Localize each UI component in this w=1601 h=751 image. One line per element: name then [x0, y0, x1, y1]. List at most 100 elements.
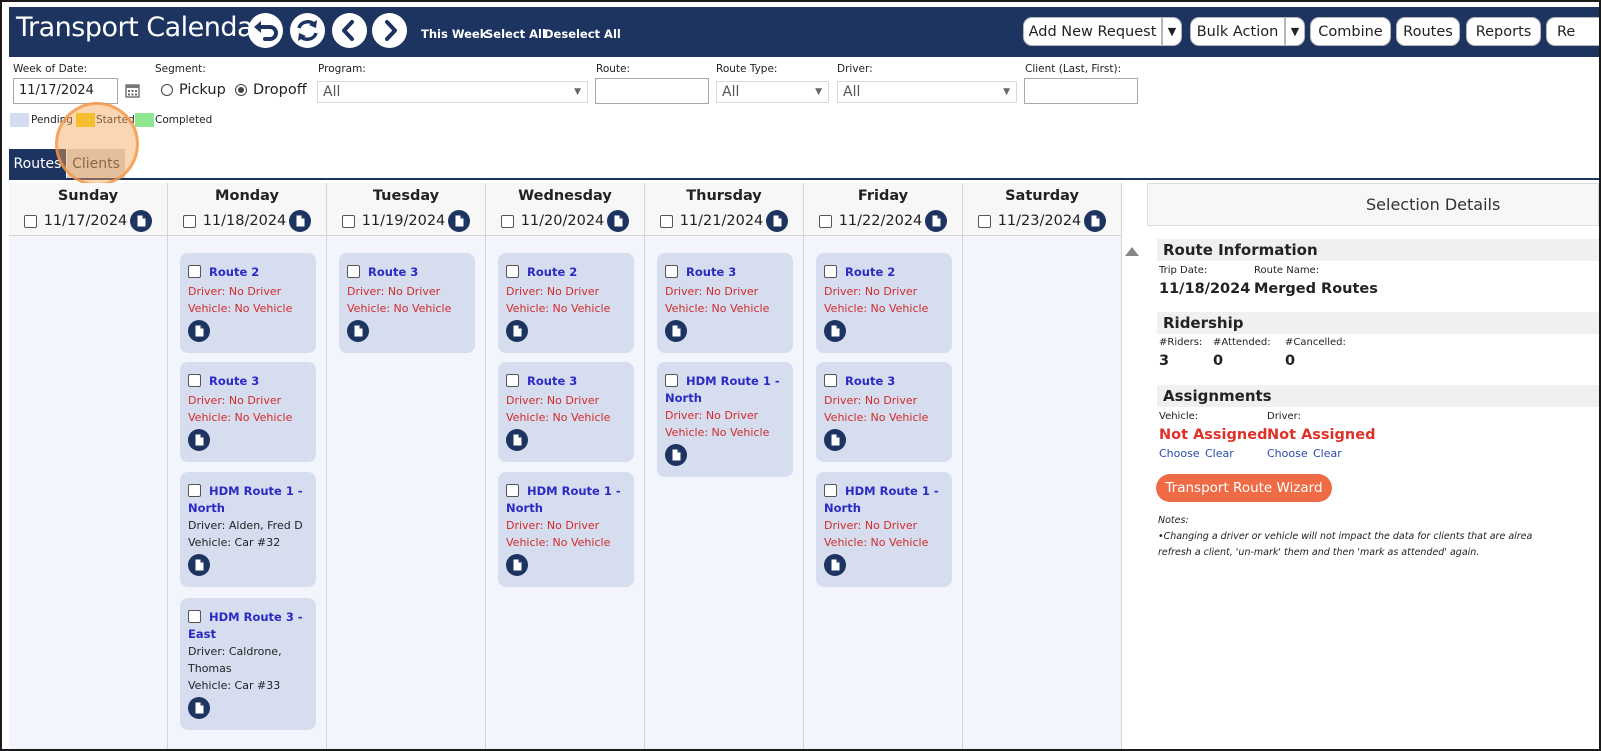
- select-all-link[interactable]: Select All: [485, 27, 546, 41]
- route-select-checkbox[interactable]: [665, 374, 678, 387]
- day-select-checkbox[interactable]: [182, 214, 196, 228]
- route-name[interactable]: Route 2: [209, 262, 259, 283]
- route-card[interactable]: HDM Route 1 - North Driver: Alden, Fred D V…: [180, 472, 316, 587]
- route-card[interactable]: Route 2 Driver: No Driver Vehicle: No Vehi…: [816, 253, 952, 353]
- route-select-checkbox[interactable]: [824, 484, 837, 497]
- previous-week-button[interactable]: [332, 13, 367, 48]
- vehicle-choose-link[interactable]: Choose: [1159, 447, 1200, 460]
- transport-route-wizard-button[interactable]: Transport Route Wizard: [1156, 474, 1332, 502]
- route-select-checkbox[interactable]: [188, 610, 201, 623]
- route-card[interactable]: Route 3 Driver: No Driver Vehicle: No Vehi…: [816, 362, 952, 462]
- overflow-button[interactable]: Re: [1546, 17, 1599, 46]
- route-select-checkbox[interactable]: [188, 374, 201, 387]
- document-icon[interactable]: [289, 210, 312, 232]
- route-select-checkbox[interactable]: [347, 265, 360, 278]
- route-select-checkbox[interactable]: [824, 265, 837, 278]
- tab-clients[interactable]: Clients: [67, 149, 125, 179]
- route-name[interactable]: HDM Route 1 -: [686, 371, 780, 392]
- day-select-checkbox[interactable]: [341, 214, 355, 228]
- this-week-link[interactable]: This Week: [421, 27, 487, 41]
- segment-dropoff-radio[interactable]: Dropoff: [235, 82, 307, 98]
- document-icon[interactable]: [506, 429, 528, 451]
- driver-choose-link[interactable]: Choose: [1267, 447, 1308, 460]
- day-select-checkbox[interactable]: [977, 214, 991, 228]
- route-select-checkbox[interactable]: [188, 484, 201, 497]
- route-card[interactable]: Route 3 Driver: No Driver Vehicle: No Vehi…: [657, 253, 793, 353]
- route-card[interactable]: Route 3 Driver: No Driver Vehicle: No Vehi…: [498, 362, 634, 462]
- document-icon[interactable]: [1084, 210, 1107, 232]
- route-select-checkbox[interactable]: [824, 374, 837, 387]
- document-icon[interactable]: [188, 429, 210, 451]
- route-vehicle: Vehicle: No Vehicle: [824, 302, 929, 315]
- document-icon[interactable]: [347, 320, 369, 342]
- client-input[interactable]: [1024, 78, 1138, 104]
- route-name[interactable]: Route 3: [686, 262, 736, 283]
- document-icon[interactable]: [130, 210, 153, 232]
- route-name[interactable]: HDM Route 1 -: [845, 481, 939, 502]
- add-new-request-dropdown[interactable]: ▼: [1162, 17, 1182, 46]
- route-card[interactable]: HDM Route 3 - East Driver: Caldrone, Thomas…: [180, 598, 316, 730]
- route-name[interactable]: Route 3: [209, 371, 259, 392]
- document-icon[interactable]: [925, 210, 948, 232]
- route-card[interactable]: HDM Route 1 - North Driver: No Driver Vehic…: [657, 362, 793, 477]
- document-icon[interactable]: [188, 554, 210, 576]
- scroll-up-icon[interactable]: [1125, 247, 1139, 256]
- document-icon[interactable]: [824, 554, 846, 576]
- document-icon[interactable]: [665, 444, 687, 466]
- route-card[interactable]: Route 2 Driver: No Driver Vehicle: No Vehi…: [180, 253, 316, 353]
- route-select-checkbox[interactable]: [506, 265, 519, 278]
- add-new-request-button[interactable]: Add New Request: [1023, 17, 1162, 46]
- document-icon[interactable]: [665, 320, 687, 342]
- day-select-checkbox[interactable]: [500, 214, 514, 228]
- route-name[interactable]: Route 2: [845, 262, 895, 283]
- driver-select[interactable]: All ▼: [837, 81, 1017, 103]
- route-name[interactable]: Route 3: [845, 371, 895, 392]
- document-icon[interactable]: [766, 210, 789, 232]
- combine-button[interactable]: Combine: [1310, 17, 1391, 46]
- calendar-icon[interactable]: [125, 83, 140, 98]
- route-type-select[interactable]: All ▼: [716, 81, 829, 103]
- route-select-checkbox[interactable]: [506, 374, 519, 387]
- routes-button[interactable]: Routes: [1396, 17, 1460, 46]
- route-name[interactable]: HDM Route 1 -: [527, 481, 621, 502]
- day-select-checkbox[interactable]: [818, 214, 832, 228]
- route-name[interactable]: Route 3: [527, 371, 577, 392]
- route-card[interactable]: Route 3 Driver: No Driver Vehicle: No Vehi…: [180, 362, 316, 462]
- route-input[interactable]: [595, 78, 709, 104]
- next-week-button[interactable]: [372, 13, 407, 48]
- route-name[interactable]: HDM Route 3 -: [209, 607, 303, 628]
- route-card[interactable]: Route 2 Driver: No Driver Vehicle: No Vehi…: [498, 253, 634, 353]
- reports-button[interactable]: Reports: [1466, 17, 1541, 46]
- segment-pickup-radio[interactable]: Pickup: [161, 82, 226, 98]
- day-select-checkbox[interactable]: [659, 214, 673, 228]
- bulk-action-button[interactable]: Bulk Action: [1190, 17, 1285, 46]
- document-icon[interactable]: [506, 554, 528, 576]
- deselect-all-link[interactable]: Deselect All: [544, 27, 621, 41]
- vehicle-clear-link[interactable]: Clear: [1205, 447, 1234, 460]
- document-icon[interactable]: [188, 697, 210, 719]
- route-select-checkbox[interactable]: [188, 265, 201, 278]
- document-icon[interactable]: [188, 320, 210, 342]
- route-select-checkbox[interactable]: [665, 265, 678, 278]
- driver-clear-link[interactable]: Clear: [1313, 447, 1342, 460]
- route-name[interactable]: Route 2: [527, 262, 577, 283]
- route-card[interactable]: HDM Route 1 - North Driver: No Driver Vehic…: [816, 472, 952, 587]
- refresh-button[interactable]: [290, 13, 325, 48]
- document-icon[interactable]: [607, 210, 630, 232]
- document-icon[interactable]: [824, 320, 846, 342]
- undo-button[interactable]: [248, 13, 283, 48]
- route-select-checkbox[interactable]: [506, 484, 519, 497]
- document-icon[interactable]: [506, 320, 528, 342]
- document-icon[interactable]: [824, 429, 846, 451]
- route-card[interactable]: HDM Route 1 - North Driver: No Driver Vehic…: [498, 472, 634, 587]
- bulk-action-dropdown[interactable]: ▼: [1285, 17, 1305, 46]
- route-card[interactable]: Route 3 Driver: No Driver Vehicle: No Vehi…: [339, 253, 475, 353]
- day-select-checkbox[interactable]: [23, 214, 37, 228]
- route-name[interactable]: Route 3: [368, 262, 418, 283]
- route-card-title: HDM Route 1 -: [665, 371, 785, 392]
- tab-routes[interactable]: Routes: [9, 149, 66, 179]
- route-name[interactable]: HDM Route 1 -: [209, 481, 303, 502]
- week-of-date-input[interactable]: 11/17/2024: [13, 78, 118, 104]
- document-icon[interactable]: [448, 210, 471, 232]
- program-select[interactable]: All ▼: [317, 81, 588, 103]
